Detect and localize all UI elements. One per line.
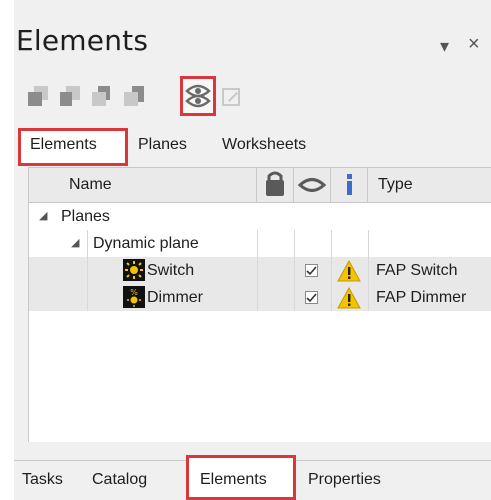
row-name: Dynamic plane [93, 235, 199, 252]
tab-planes[interactable]: Planes [138, 136, 187, 154]
column-type-label: Type [378, 176, 413, 193]
tree-row-dynamic-plane[interactable]: ◢ Dynamic plane [29, 230, 491, 257]
row-name: Planes [61, 208, 110, 225]
eye-icon [297, 178, 327, 192]
tree-row-dimmer[interactable]: % Dimmer FAP Dimmer [29, 284, 491, 311]
send-backward-icon[interactable] [88, 82, 118, 112]
toolbar [22, 76, 282, 118]
row-type: FAP Dimmer [376, 289, 467, 306]
bottom-tab-properties[interactable]: Properties [308, 471, 381, 489]
dimmer-icon: % [123, 286, 145, 308]
edit-icon[interactable] [218, 82, 248, 112]
bottom-tab-tasks[interactable]: Tasks [22, 471, 63, 489]
column-info-header[interactable] [331, 168, 368, 202]
row-name: Switch [147, 262, 195, 279]
tab-worksheets[interactable]: Worksheets [222, 136, 306, 154]
column-visible-header[interactable] [294, 168, 331, 202]
visibility-toggle-button[interactable] [180, 76, 216, 116]
elements-grid: Name Type ◢ Planes ◢ Dynamic plane Switc… [28, 167, 491, 442]
bring-to-front-icon[interactable] [26, 82, 56, 112]
bottom-tab-catalog[interactable]: Catalog [92, 471, 147, 489]
tab-elements[interactable]: Elements [30, 136, 97, 154]
bring-forward-icon[interactable] [56, 82, 86, 112]
visible-checkbox[interactable] [305, 264, 318, 277]
tree-row-planes[interactable]: ◢ Planes [29, 203, 491, 230]
bottom-tab-bar: Tasks Catalog Elements Properties [14, 455, 491, 500]
grid-header: Name Type [29, 168, 491, 203]
lock-icon [266, 171, 284, 196]
svg-text:%: % [130, 288, 138, 297]
bottom-tab-elements[interactable]: Elements [200, 471, 267, 489]
panel-menu-dropdown-icon[interactable]: ▾ [440, 36, 449, 57]
visibility-eye-icon [185, 84, 211, 108]
column-name-header[interactable]: Name [29, 168, 257, 202]
visible-checkbox[interactable] [305, 291, 318, 304]
send-to-back-icon[interactable] [120, 82, 150, 112]
tree-row-switch[interactable]: Switch FAP Switch [29, 257, 491, 284]
top-tab-bar: Elements Planes Worksheets [14, 128, 491, 166]
row-type: FAP Switch [376, 262, 458, 279]
row-name: Dimmer [147, 289, 203, 306]
warning-icon [337, 287, 361, 309]
warning-icon [337, 260, 361, 282]
column-type-header[interactable]: Type [368, 168, 491, 202]
collapse-toggle-icon[interactable]: ◢ [39, 203, 47, 230]
column-lock-header[interactable] [257, 168, 294, 202]
switch-icon [123, 259, 145, 281]
info-icon [347, 174, 352, 195]
collapse-toggle-icon[interactable]: ◢ [71, 230, 79, 257]
panel-title: Elements [16, 24, 149, 57]
panel-close-icon[interactable]: × [468, 33, 480, 56]
column-name-label: Name [69, 176, 112, 193]
